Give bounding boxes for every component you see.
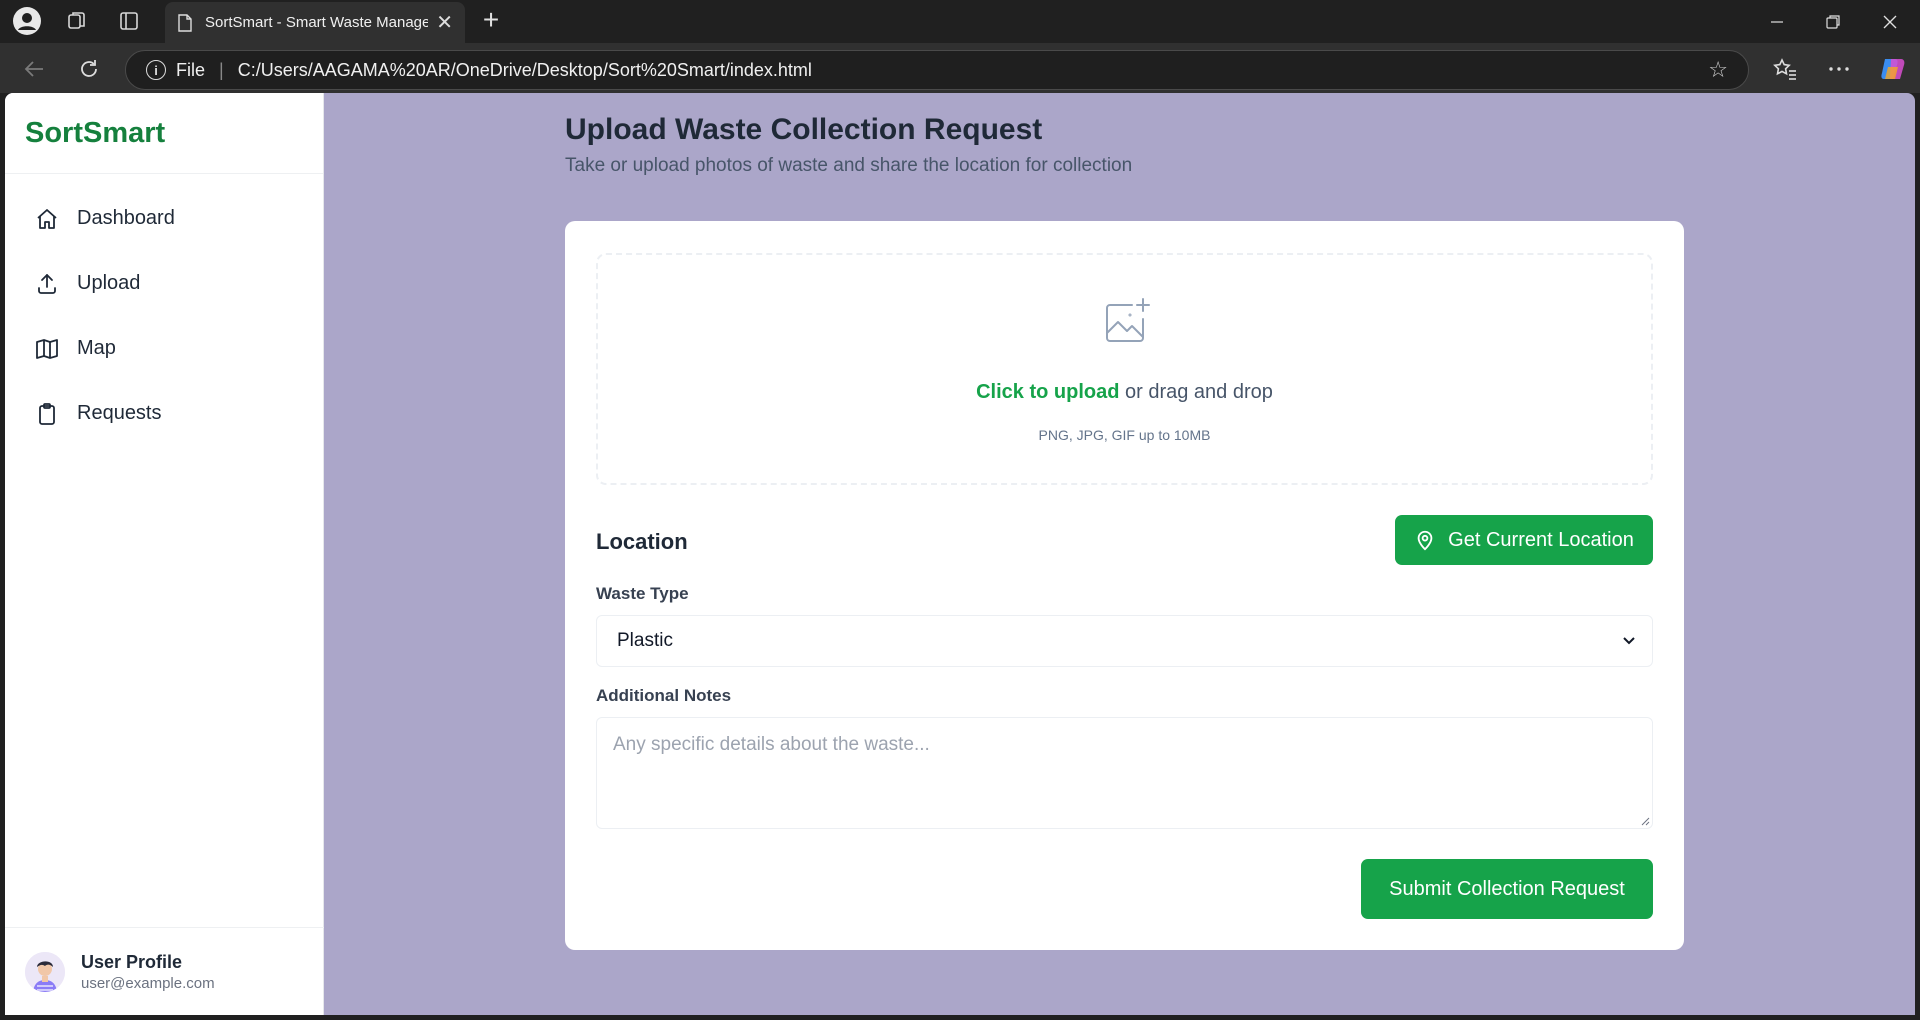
map-icon: [36, 338, 58, 359]
additional-notes-label: Additional Notes: [596, 686, 732, 705]
page-viewport: SortSmart Dashboard Upload Map Requests: [5, 93, 1915, 1015]
sidebar-item-label: Upload: [77, 272, 141, 294]
new-tab-icon[interactable]: +: [476, 6, 506, 36]
clipboard-icon: [39, 402, 55, 425]
sidebar-item-label: Dashboard: [77, 207, 175, 229]
add-image-icon: [1106, 298, 1150, 342]
copilot-icon[interactable]: [1876, 52, 1910, 86]
address-url[interactable]: C:/Users/AAGAMA%20AR/OneDrive/Desktop/So…: [238, 60, 1709, 81]
page-subtitle: Take or upload photos of waste and share…: [565, 155, 1133, 176]
favorites-icon[interactable]: [1768, 52, 1802, 86]
browser-toolbar: i File | C:/Users/AAGAMA%20AR/OneDrive/D…: [0, 43, 1920, 93]
location-pin-icon: [1417, 530, 1433, 551]
workspaces-icon[interactable]: [61, 6, 93, 36]
chevron-down-icon: [1623, 637, 1635, 645]
waste-type-label: Waste Type: [596, 584, 689, 603]
waste-type-value: Plastic: [617, 630, 673, 651]
sidebar-item-label: Requests: [77, 402, 162, 424]
location-label: Location: [596, 529, 688, 554]
restore-icon[interactable]: [1805, 0, 1861, 43]
home-icon: [37, 208, 57, 229]
minimize-icon[interactable]: [1749, 0, 1805, 43]
browser-tab[interactable]: SortSmart - Smart Waste Manage ✕: [165, 2, 465, 43]
sidebar-item-dashboard[interactable]: Dashboard: [5, 186, 323, 251]
additional-notes-field[interactable]: Any specific details about the waste...: [596, 717, 1653, 829]
sidebar-item-label: Map: [77, 337, 116, 359]
page-title: Upload Waste Collection Request: [565, 113, 1043, 146]
sidebar-item-upload[interactable]: Upload: [5, 251, 323, 316]
site-info-icon[interactable]: i: [146, 60, 166, 80]
upload-dropzone[interactable]: Click to upload or drag and drop PNG, JP…: [596, 253, 1653, 485]
profile-name: User Profile: [81, 951, 183, 972]
user-profile[interactable]: User Profile user@example.com: [5, 927, 324, 1015]
close-window-icon[interactable]: [1862, 0, 1918, 43]
address-separator: |: [219, 59, 224, 80]
tab-actions-icon[interactable]: [113, 6, 145, 36]
page-icon: [178, 13, 192, 32]
click-to-upload-link[interactable]: Click to upload: [976, 381, 1119, 403]
profile-icon[interactable]: [11, 6, 43, 36]
upload-hint: PNG, JPG, GIF up to 10MB: [1038, 427, 1211, 443]
sidebar-nav: Dashboard Upload Map Requests: [5, 174, 323, 446]
profile-text: User Profile user@example.com: [81, 952, 215, 992]
sidebar: SortSmart Dashboard Upload Map Requests: [5, 93, 324, 1015]
tab-title: SortSmart - Smart Waste Manage: [205, 14, 429, 31]
refresh-icon[interactable]: [72, 52, 106, 86]
get-current-location-label: Get Current Location: [1448, 528, 1634, 551]
sidebar-item-map[interactable]: Map: [5, 316, 323, 381]
brand-logo[interactable]: SortSmart: [5, 93, 323, 174]
request-form-card: Click to upload or drag and drop PNG, JP…: [565, 221, 1684, 950]
avatar: [25, 951, 65, 992]
browser-titlebar: SortSmart - Smart Waste Manage ✕ +: [0, 0, 1920, 43]
more-options-icon[interactable]: [1822, 52, 1856, 86]
get-current-location-button[interactable]: Get Current Location: [1395, 515, 1653, 565]
profile-email: user@example.com: [81, 974, 215, 992]
submit-request-button[interactable]: Submit Collection Request: [1361, 859, 1653, 919]
notes-placeholder: Any specific details about the waste...: [613, 734, 930, 755]
back-icon[interactable]: [17, 52, 51, 86]
waste-type-select[interactable]: Plastic: [596, 615, 1653, 667]
favorite-star-icon[interactable]: ☆: [1708, 57, 1728, 83]
sidebar-item-requests[interactable]: Requests: [5, 381, 323, 446]
address-prefix: File: [176, 59, 206, 80]
close-tab-icon[interactable]: ✕: [436, 10, 453, 35]
upload-instruction: Click to upload or drag and drop: [598, 381, 1651, 404]
resize-handle-icon[interactable]: [1640, 816, 1650, 826]
upload-instruction-rest: or drag and drop: [1119, 381, 1273, 403]
upload-icon: [38, 273, 56, 294]
address-bar[interactable]: i File | C:/Users/AAGAMA%20AR/OneDrive/D…: [125, 50, 1749, 90]
